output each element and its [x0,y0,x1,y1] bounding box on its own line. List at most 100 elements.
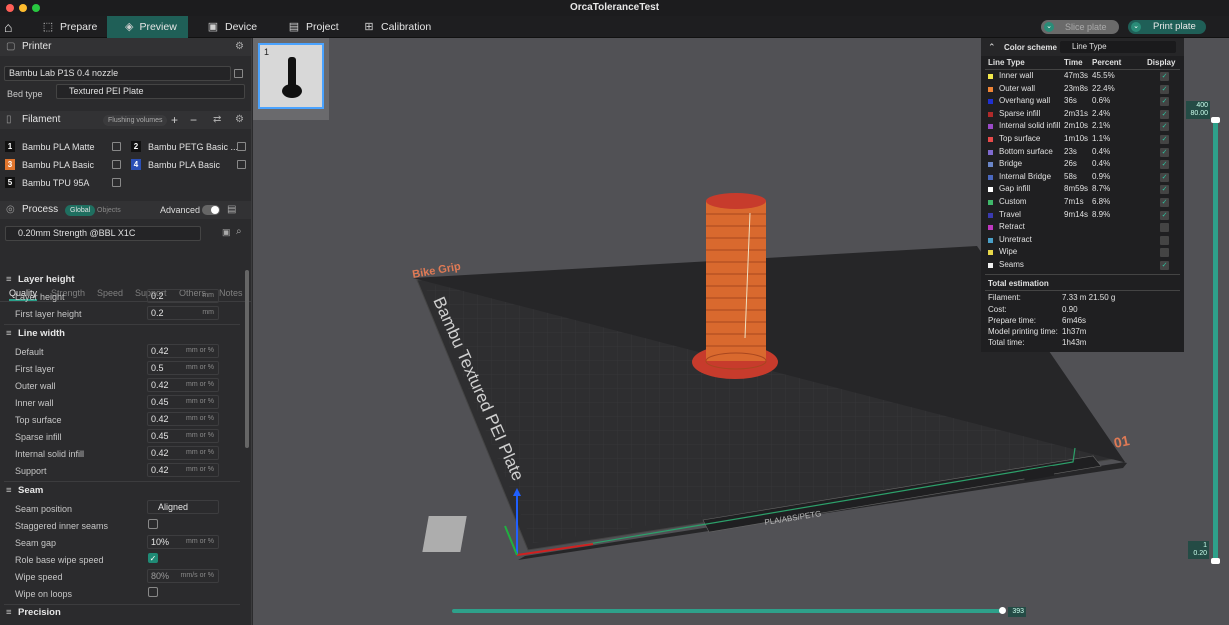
tab-device[interactable]: ▣ Device [207,16,257,38]
legend-row[interactable]: Inner wall 47m3s 45.5% ✓ [981,71,1184,83]
search-icon[interactable]: ⌕ [236,226,242,237]
legend-row[interactable]: Travel 9m14s 8.9% ✓ [981,210,1184,222]
display-checkbox[interactable]: ✓ [1160,185,1169,195]
tab-prepare[interactable]: ⬚ Prepare [42,16,98,38]
layer-slider-bottom-handle[interactable] [1211,558,1220,564]
edit-filament-icon[interactable] [112,142,121,151]
line-width-internal-solid-infill-input[interactable]: 0.42 mm or % [147,446,219,460]
tab-calibration[interactable]: ⊞ Calibration [363,16,431,38]
layer-slider-top-handle[interactable] [1211,117,1220,123]
slice-plate-button[interactable]: ⌄ Slice plate [1041,20,1119,34]
line-width-top-surface-input[interactable]: 0.42 mm or % [147,412,219,426]
objects-toggle[interactable]: Objects [92,205,126,216]
legend-row[interactable]: Custom 7m1s 6.8% ✓ [981,197,1184,209]
collapse-legend-icon[interactable]: ⌃ [988,42,996,53]
legend-row[interactable]: Bridge 26s 0.4% ✓ [981,159,1184,171]
line-type-percent: 8.9% [1092,209,1111,219]
line-width-inner-wall-input[interactable]: 0.45 mm or % [147,395,219,409]
legend-row[interactable]: Wipe [981,247,1184,259]
remove-filament-icon[interactable]: − [190,111,197,129]
bed-type-select[interactable]: Textured PEI Plate [56,84,245,99]
display-checkbox[interactable]: ✓ [1160,122,1169,132]
tab-preview[interactable]: ◈ Preview [107,16,188,38]
line-width-default-input[interactable]: 0.42 mm or % [147,344,219,358]
global-toggle[interactable]: Global [65,205,96,216]
line-type-percent: 0.9% [1092,171,1111,181]
tab-project[interactable]: ▤ Project [288,16,339,38]
legend-row[interactable]: Unretract [981,235,1184,247]
display-checkbox[interactable]: ✓ [1160,72,1169,81]
move-slider[interactable] [452,609,1004,613]
display-checkbox[interactable]: ✓ [1160,210,1169,220]
legend-row[interactable]: Seams ✓ [981,260,1184,272]
printer-select[interactable]: Bambu Lab P1S 0.4 nozzle [4,66,231,81]
display-checkbox[interactable]: ✓ [1160,147,1169,157]
wipe-speed-input[interactable]: 80% mm/s or % [147,569,219,583]
display-checkbox[interactable] [1160,223,1169,233]
add-filament-icon[interactable]: + [171,111,178,129]
edit-filament-icon[interactable] [112,160,121,169]
display-checkbox[interactable] [1160,235,1169,245]
layer-height-input[interactable]: 0.2 mm [147,289,219,303]
color-scheme-select[interactable]: Line Type [1060,41,1176,53]
display-checkbox[interactable]: ✓ [1160,198,1169,207]
edit-printer-icon[interactable] [234,69,243,78]
layer-slider[interactable] [1213,120,1218,560]
line-width-outer-wall-input[interactable]: 0.42 mm or % [147,378,219,392]
display-checkbox[interactable] [1160,248,1169,258]
tab-notes[interactable]: Notes [219,288,243,298]
staggered-inner-seams-checkbox[interactable] [148,519,158,529]
zoom-window-button[interactable] [32,4,40,12]
legend-row[interactable]: Internal Bridge 58s 0.9% ✓ [981,172,1184,184]
edit-filament-icon[interactable] [237,160,246,169]
line-type-time: 2m10s [1064,121,1089,131]
gear-icon[interactable]: ⚙ [235,111,244,129]
flushing-volumes-button[interactable]: Flushing volumes [103,115,168,126]
chevron-down-icon[interactable]: ⌄ [1044,22,1054,32]
advanced-toggle[interactable] [202,205,220,215]
sync-filament-icon[interactable]: ⇄ [213,111,221,129]
line-type-percent: 0.4% [1092,159,1111,169]
legend-row[interactable]: Bottom surface 23s 0.4% ✓ [981,147,1184,159]
line-type-name: Top surface [999,134,1041,143]
display-checkbox[interactable]: ✓ [1160,84,1169,94]
legend-row[interactable]: Sparse infill 2m31s 2.4% ✓ [981,109,1184,121]
legend-row[interactable]: Gap infill 8m59s 8.7% ✓ [981,184,1184,196]
display-checkbox[interactable]: ✓ [1160,109,1169,119]
display-checkbox[interactable]: ✓ [1160,172,1169,182]
line-width-sparse-infill-input[interactable]: 0.45 mm or % [147,429,219,443]
edit-filament-icon[interactable] [112,178,121,187]
legend-row[interactable]: Top surface 1m10s 1.1% ✓ [981,134,1184,146]
panel-scrollbar[interactable] [245,270,249,448]
print-plate-button[interactable]: ⌄ Print plate [1128,20,1206,34]
display-checkbox[interactable]: ✓ [1160,261,1169,270]
role-base-wipe-speed-checkbox[interactable]: ✓ [148,553,158,563]
legend-row[interactable]: Overhang wall 36s 0.6% ✓ [981,96,1184,108]
legend-row[interactable]: Retract [981,222,1184,234]
line-width-first-layer-input[interactable]: 0.5 mm or % [147,361,219,375]
display-checkbox[interactable]: ✓ [1160,97,1169,107]
gear-icon[interactable]: ⚙ [235,38,244,56]
close-window-button[interactable] [6,4,14,12]
move-slider-handle[interactable] [999,607,1006,614]
chevron-down-icon[interactable]: ⌄ [1131,22,1141,32]
minimize-window-button[interactable] [19,4,27,12]
edit-filament-icon[interactable] [237,142,246,151]
seam-gap-input[interactable]: 10% mm or % [147,535,219,549]
wipe-on-loops-checkbox[interactable] [148,587,158,597]
input-value: 0.2 [151,291,164,301]
home-icon[interactable]: ⌂ [4,19,20,35]
process-preset-select[interactable]: 0.20mm Strength @BBL X1C [5,226,201,241]
first-layer-height-input[interactable]: 0.2 mm [147,306,219,320]
seam-position-select[interactable]: Aligned [147,500,219,514]
legend-row[interactable]: Internal solid infill 2m10s 2.1% ✓ [981,121,1184,133]
display-checkbox[interactable]: ✓ [1160,135,1169,144]
tab-speed[interactable]: Speed [97,288,123,298]
compare-icon[interactable]: ▤ [227,201,236,219]
display-checkbox[interactable]: ✓ [1160,160,1169,170]
line-width-support-input[interactable]: 0.42 mm or % [147,463,219,477]
precision-icon: ≡ [6,607,12,618]
legend-row[interactable]: Outer wall 23m8s 22.4% ✓ [981,84,1184,96]
save-icon[interactable]: ▣ [222,227,231,238]
prepare-time-value: 6m46s [1062,316,1087,325]
